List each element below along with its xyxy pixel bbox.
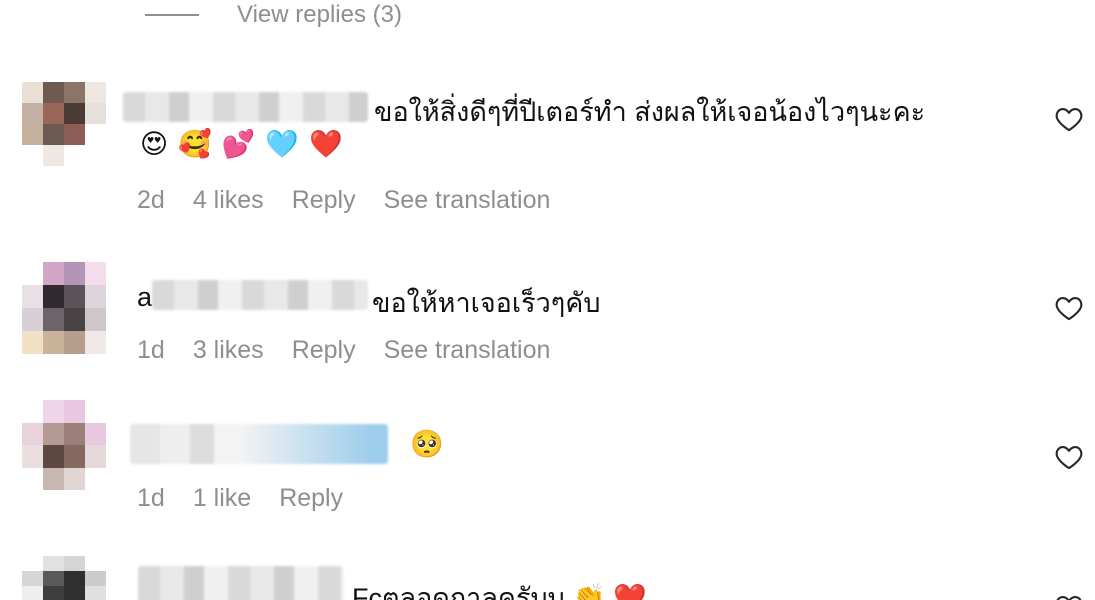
avatar[interactable] bbox=[22, 262, 106, 354]
heart-outline-icon[interactable] bbox=[1055, 594, 1083, 600]
comment-meta: 1d 3 likes Reply See translation bbox=[137, 336, 550, 365]
likes-count[interactable]: 3 likes bbox=[193, 336, 264, 365]
heart-outline-icon[interactable] bbox=[1055, 295, 1083, 321]
comment-timestamp: 1d bbox=[137, 336, 165, 364]
username-blurred[interactable] bbox=[152, 280, 368, 310]
comment-timestamp: 1d bbox=[137, 484, 165, 512]
comment-text: ขอให้หาเจอเร็วๆคับ bbox=[372, 288, 601, 318]
see-translation-button[interactable]: See translation bbox=[384, 186, 551, 215]
see-translation-button[interactable]: See translation bbox=[384, 336, 551, 365]
avatar[interactable] bbox=[22, 82, 106, 166]
comments-panel: View replies (3) ขอให้สิ่งดีๆที่ปีเตอร์ท… bbox=[0, 0, 1095, 600]
comment-emojis: 😍🥰💕🩵❤️ bbox=[140, 129, 353, 159]
avatar[interactable] bbox=[22, 400, 106, 490]
view-replies-label[interactable]: View replies (3) bbox=[237, 1, 402, 29]
likes-count[interactable]: 4 likes bbox=[193, 186, 264, 215]
view-replies-link[interactable]: View replies (3) bbox=[145, 0, 402, 30]
username-initial[interactable]: a bbox=[137, 282, 152, 313]
comment-meta: 1d 1 like Reply bbox=[137, 484, 343, 513]
reply-button[interactable]: Reply bbox=[292, 336, 356, 365]
comment-timestamp: 2d bbox=[137, 186, 165, 214]
reply-button[interactable]: Reply bbox=[279, 484, 343, 513]
comment-text: 🥺 bbox=[410, 429, 444, 459]
heart-outline-icon[interactable] bbox=[1055, 106, 1083, 132]
comment-meta: 2d 4 likes Reply See translation bbox=[137, 186, 550, 215]
divider-line bbox=[145, 14, 199, 16]
avatar[interactable] bbox=[22, 556, 106, 600]
username-blurred[interactable] bbox=[123, 92, 368, 122]
comment-text: ขอให้สิ่งดีๆที่ปีเตอร์ทำ ส่งผลให้เจอน้อง… bbox=[374, 97, 926, 127]
username-blurred[interactable] bbox=[138, 566, 343, 600]
likes-count[interactable]: 1 like bbox=[193, 484, 251, 513]
username-blurred[interactable] bbox=[130, 424, 388, 464]
heart-outline-icon[interactable] bbox=[1055, 444, 1083, 470]
comment-text: Fcตลอดกาลครับบ 👏 ❤️ bbox=[352, 583, 647, 600]
reply-button[interactable]: Reply bbox=[292, 186, 356, 215]
